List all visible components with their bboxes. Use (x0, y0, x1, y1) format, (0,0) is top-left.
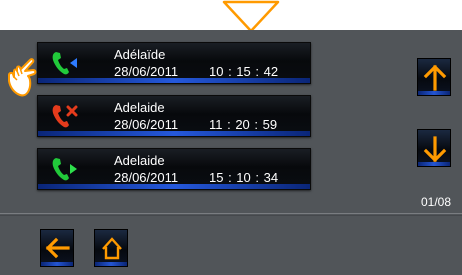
scroll-up-button[interactable] (417, 58, 451, 96)
call-time: 15 : 10 : 34 (209, 170, 279, 185)
tap-hand-icon (8, 58, 37, 97)
call-log-item[interactable]: Adélaïde 28/06/2011 10 : 15 : 42 (37, 42, 311, 84)
outgoing-call-icon (52, 158, 77, 181)
row-glow (38, 131, 310, 136)
caller-name: Adélaïde (114, 47, 166, 62)
button-glow (95, 262, 127, 266)
call-date: 28/06/2011 (114, 170, 179, 185)
call-time: 10 : 15 : 42 (209, 64, 279, 79)
row-glow (38, 184, 310, 189)
call-date: 28/06/2011 (114, 117, 179, 132)
call-log-item[interactable]: Adelaide 28/06/2011 11 : 20 : 59 (37, 95, 311, 137)
missed-call-icon (52, 105, 78, 128)
incoming-call-icon (52, 52, 77, 75)
button-glow (41, 262, 73, 266)
scroll-hint-triangle-icon (222, 0, 280, 33)
footer-divider (0, 213, 462, 214)
call-log-item[interactable]: Adelaide 28/06/2011 15 : 10 : 34 (37, 148, 311, 190)
call-date: 28/06/2011 (114, 64, 179, 79)
home-button[interactable] (94, 229, 128, 267)
call-log-screen: Adélaïde 28/06/2011 10 : 15 : 42 Adelaid… (0, 30, 462, 275)
row-glow (38, 78, 310, 83)
caller-name: Adelaide (114, 153, 165, 168)
page-indicator: 01/08 (421, 195, 452, 209)
button-glow (418, 91, 450, 95)
button-glow (418, 162, 450, 166)
back-button[interactable] (40, 229, 74, 267)
caller-name: Adelaide (114, 100, 165, 115)
footer-divider-shadow (0, 215, 462, 216)
scroll-down-button[interactable] (417, 129, 451, 167)
call-time: 11 : 20 : 59 (209, 117, 278, 132)
